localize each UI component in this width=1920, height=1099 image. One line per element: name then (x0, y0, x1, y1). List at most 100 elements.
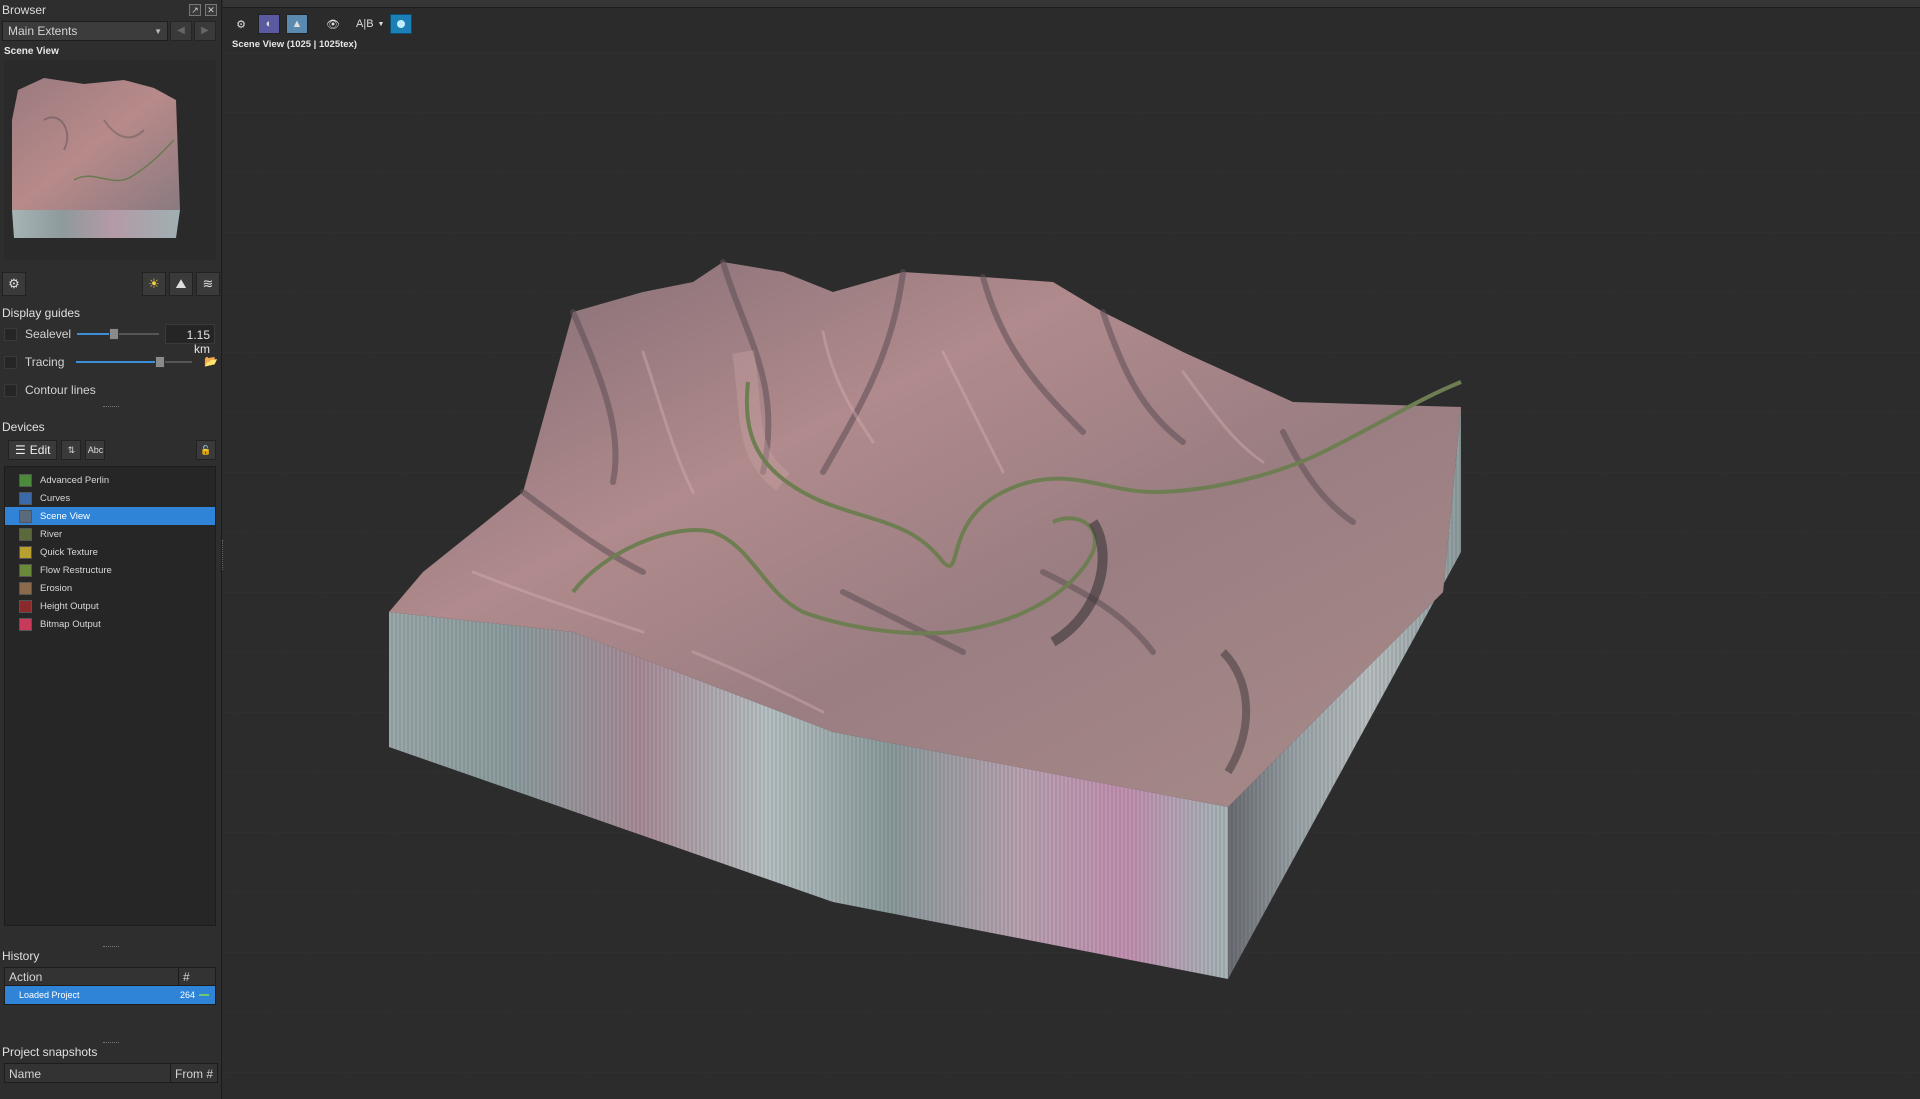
capture-icon[interactable] (390, 14, 413, 34)
col-from[interactable]: From # (171, 1064, 217, 1082)
snapshots-section: Project snapshots Name From # (0, 1041, 222, 1083)
ab-compare-button[interactable]: A|B ▼ (356, 14, 384, 34)
left-panel: Browser ↗ ✕ Main Extents ▼ ◀ ▶ Scene Vie… (0, 0, 222, 1099)
device-label: Quick Texture (40, 546, 98, 558)
viewport-toolbar: ⚙ ◐ ▲ 👁 A|B ▼ (230, 12, 413, 36)
camera-icon[interactable]: ⚙ (230, 14, 252, 34)
device-label: Flow Restructure (40, 564, 112, 576)
scene-render (223, 52, 1920, 1099)
extents-value: Main Extents (8, 24, 78, 38)
ab-label: A|B (356, 18, 374, 30)
sealevel-slider-handle[interactable] (108, 328, 119, 340)
status-dash-icon (199, 994, 209, 996)
devices-title: Devices (2, 420, 45, 434)
thumbnail-toolbar: ⚙ ☀ ⛰ ≋ (0, 270, 222, 298)
edit-button[interactable]: ☰ Edit (8, 440, 58, 460)
device-label: Height Output (40, 600, 99, 612)
sealevel-value[interactable]: 1.15 km (165, 324, 215, 356)
device-label: Bitmap Output (40, 618, 101, 630)
eye-icon[interactable]: 👁 (322, 14, 344, 34)
display-guides-title: Display guides (2, 306, 81, 320)
top-bar (223, 0, 1920, 8)
history-section: History Action # Loaded Project 264 (0, 944, 222, 1005)
list-item[interactable]: Scene View (5, 507, 215, 525)
viewport-title: Scene View (1025 | 1025tex) (232, 39, 358, 50)
browser-title: Browser (2, 3, 47, 17)
list-item[interactable]: Erosion (5, 579, 215, 597)
sort-icon[interactable]: ⇅ (61, 440, 82, 460)
tracing-slider-handle[interactable] (154, 356, 165, 368)
list-item[interactable]: Bitmap Output (5, 615, 215, 633)
device-icon (19, 599, 32, 613)
list-item[interactable]: Height Output (5, 597, 215, 615)
edit-label: Edit (29, 443, 51, 457)
device-icon (19, 527, 32, 541)
scene-view-label: Scene View (4, 46, 59, 57)
close-icon[interactable]: ✕ (205, 4, 217, 16)
folder-open-icon[interactable]: 📂 (204, 355, 222, 369)
nav-forward-button[interactable]: ▶ (194, 21, 216, 41)
col-num[interactable]: # (179, 968, 215, 985)
undock-icon[interactable]: ↗ (189, 4, 201, 16)
device-icon (19, 563, 32, 577)
device-icon (19, 509, 32, 523)
chevron-down-icon: ▼ (377, 20, 385, 28)
history-table: Action # Loaded Project 264 (4, 967, 216, 1005)
sealevel-checkbox[interactable] (4, 327, 17, 341)
panel-splitter[interactable] (0, 404, 222, 409)
col-name[interactable]: Name (5, 1064, 171, 1082)
tracing-row: Tracing 📂 (0, 348, 222, 376)
device-icon (19, 545, 32, 559)
devices-section: Devices ☰ Edit ⇅ Abc 🔓 Advanced Perlin Cu… (0, 420, 222, 926)
water-icon[interactable]: ≋ (196, 272, 220, 296)
device-icon (19, 581, 32, 595)
snapshots-header: Name From # (4, 1063, 218, 1083)
tracing-slider[interactable] (76, 355, 193, 369)
snapshots-title: Project snapshots (2, 1045, 98, 1059)
device-label: Curves (40, 492, 71, 504)
sealevel-label: Sealevel (25, 327, 72, 341)
app-window: Browser ↗ ✕ Main Extents ▼ ◀ ▶ Scene Vie… (0, 0, 1920, 1099)
history-action: Loaded Project (19, 990, 80, 1000)
table-row[interactable]: Loaded Project 264 (5, 986, 215, 1004)
terrain-icon[interactable]: ⛰ (169, 272, 193, 296)
history-title: History (2, 949, 40, 963)
list-item[interactable]: Curves (5, 489, 215, 507)
sealevel-slider[interactable] (77, 327, 159, 341)
scene-thumbnail[interactable] (4, 60, 216, 260)
tracing-label: Tracing (24, 355, 65, 369)
tracing-checkbox[interactable] (4, 355, 17, 369)
extents-dropdown[interactable]: Main Extents ▼ (2, 21, 168, 41)
history-num: 264 (179, 990, 195, 1000)
sealevel-row: Sealevel 1.15 km (0, 320, 222, 356)
device-icon (19, 491, 32, 505)
nav-back-button[interactable]: ◀ (170, 21, 192, 41)
contour-row: Contour lines (0, 376, 222, 404)
device-label: River (40, 528, 63, 540)
scene-viewport[interactable] (223, 52, 1920, 1099)
device-list: Advanced Perlin Curves Scene View River Quic… (4, 466, 216, 926)
lock-icon[interactable]: 🔓 (196, 440, 216, 460)
render-sky-icon[interactable]: ◐ (258, 14, 280, 34)
list-item[interactable]: Quick Texture (5, 543, 215, 561)
contour-label: Contour lines (25, 383, 96, 397)
contour-checkbox[interactable] (4, 383, 17, 397)
render-terrain-icon[interactable]: ▲ (286, 14, 308, 34)
camera-settings-icon[interactable]: ⚙ (2, 272, 26, 296)
browser-header: Browser ↗ ✕ (0, 0, 221, 20)
lighting-icon[interactable]: ☀ (142, 272, 166, 296)
sliders-icon: ☰ (15, 443, 26, 457)
list-item[interactable]: River (5, 525, 215, 543)
history-header: Action # (5, 968, 215, 986)
chevron-down-icon: ▼ (154, 26, 162, 36)
col-action[interactable]: Action (5, 968, 179, 985)
list-item[interactable]: Advanced Perlin (5, 471, 215, 489)
abc-button[interactable]: Abc (85, 440, 106, 460)
device-icon (19, 473, 32, 487)
device-label: Scene View (40, 510, 90, 522)
list-item[interactable]: Flow Restructure (5, 561, 215, 579)
device-label: Advanced Perlin (40, 474, 110, 486)
device-label: Erosion (40, 582, 73, 594)
display-guides-section: Display guides Sealevel 1.15 km Tracing (0, 306, 222, 409)
device-icon (19, 617, 32, 631)
